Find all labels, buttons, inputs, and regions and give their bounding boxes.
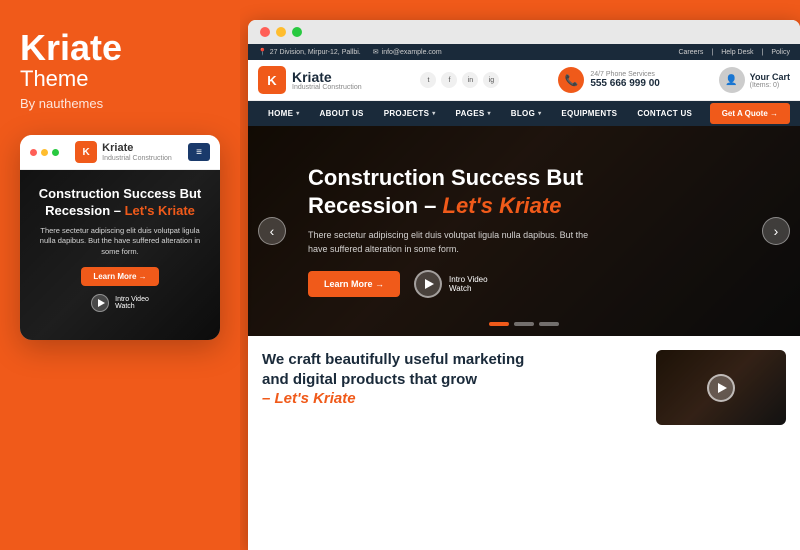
mobile-dot-red xyxy=(30,149,37,156)
bottom-image xyxy=(656,350,786,425)
site-phone-area: 📞 24/7 Phone Services 555 666 999 00 xyxy=(558,67,660,93)
bottom-headline: We craft beautifully useful marketing an… xyxy=(262,350,642,409)
mobile-logo: K Kriate Industrial Construction xyxy=(75,141,172,163)
site-social-icons: t f in ig xyxy=(420,72,499,88)
browser-dot-red xyxy=(260,27,270,37)
phone-label: 24/7 Phone Services xyxy=(590,71,660,78)
mobile-logo-icon: K xyxy=(75,141,97,163)
nav-quote-button[interactable]: Get A Quote → xyxy=(710,103,790,124)
browser-panel: 📍 27 Division, Mirpur-12, Pallbi. ✉ info… xyxy=(248,20,800,550)
topbar-helpdesk-link[interactable]: Help Desk xyxy=(721,49,753,56)
site-hero: ‹ Construction Success But Recession – L… xyxy=(248,126,800,336)
site-nav: HOME ▾ ABOUT US PROJECTS ▾ PAGES ▾ BLOG … xyxy=(248,101,800,126)
site-address: 📍 27 Division, Mirpur-12, Pallbi. xyxy=(258,48,361,56)
browser-dot-yellow xyxy=(276,27,286,37)
bottom-highlight: – Let's Kriate xyxy=(262,389,642,409)
site-logo-icon: K xyxy=(258,66,286,94)
bottom-play-button[interactable] xyxy=(707,374,735,402)
left-panel: Kriate Theme By nauthemes K Kriate Indus… xyxy=(0,0,240,550)
hero-prev-button[interactable]: ‹ xyxy=(258,217,286,245)
site-logo: K Kriate Industrial Construction xyxy=(258,66,362,94)
hero-dot-3[interactable] xyxy=(539,322,559,326)
browser-chrome xyxy=(248,20,800,44)
nav-about[interactable]: ABOUT US xyxy=(310,101,374,126)
mobile-hero-title: Construction Success But Recession – Let… xyxy=(32,186,208,220)
social-twitter-icon[interactable]: t xyxy=(420,72,436,88)
mobile-learn-more-button[interactable]: Learn More → xyxy=(81,267,158,286)
cart-count: (Items: 0) xyxy=(750,82,790,89)
bottom-text: We craft beautifully useful marketing an… xyxy=(262,350,642,412)
mobile-logo-sub: Industrial Construction xyxy=(102,155,172,162)
social-instagram-icon[interactable]: ig xyxy=(483,72,499,88)
nav-projects-chevron: ▾ xyxy=(432,110,435,117)
hero-video-button[interactable]: Intro Video Watch xyxy=(414,270,488,298)
phone-number: 555 666 999 00 xyxy=(590,78,660,89)
cart-label: Your Cart xyxy=(750,72,790,82)
topbar-careers-link[interactable]: Careers xyxy=(678,49,703,56)
mobile-hero: Construction Success But Recession – Let… xyxy=(20,170,220,340)
phone-icon: 📞 xyxy=(558,67,584,93)
nav-home[interactable]: HOME ▾ xyxy=(258,101,310,126)
mobile-topbar: K Kriate Industrial Construction ≡ xyxy=(20,135,220,170)
site-bottom: We craft beautifully useful marketing an… xyxy=(248,336,800,439)
site-logo-name: Kriate xyxy=(292,70,362,84)
mobile-logo-text: Kriate xyxy=(102,142,172,154)
brand-by: By nauthemes xyxy=(20,96,220,111)
mobile-dot-green xyxy=(52,149,59,156)
hero-play-icon xyxy=(414,270,442,298)
nav-projects[interactable]: PROJECTS ▾ xyxy=(374,101,446,126)
mobile-hero-text: There sectetur adipiscing elit duis volu… xyxy=(32,226,208,258)
cart-area[interactable]: 👤 Your Cart (Items: 0) xyxy=(719,67,790,93)
mobile-dots xyxy=(30,149,59,156)
mobile-dot-yellow xyxy=(41,149,48,156)
hero-learn-more-button[interactable]: Learn More → xyxy=(308,271,400,297)
hero-next-button[interactable]: › xyxy=(762,217,790,245)
social-facebook-icon[interactable]: f xyxy=(441,72,457,88)
cart-avatar: 👤 xyxy=(719,67,745,93)
site-topbar-links: Careers | Help Desk | Policy xyxy=(678,49,790,56)
brand-name: Kriate xyxy=(20,30,220,66)
mobile-menu-button[interactable]: ≡ xyxy=(188,143,210,161)
hero-title-highlight: Let's Kriate xyxy=(443,193,562,218)
hero-actions: Learn More → Intro Video Watch xyxy=(308,270,608,298)
hero-description: There sectetur adipiscing elit duis volu… xyxy=(308,229,608,256)
hero-video-label: Intro Video Watch xyxy=(449,275,488,293)
mobile-mockup: K Kriate Industrial Construction ≡ Const… xyxy=(20,135,220,340)
nav-contact[interactable]: CONTACT US xyxy=(627,101,702,126)
nav-equipments[interactable]: EQUIPMENTS xyxy=(551,101,627,126)
hero-dot-2[interactable] xyxy=(514,322,534,326)
site-email: ✉ info@example.com xyxy=(373,48,442,56)
hero-dot-1[interactable] xyxy=(489,322,509,326)
mobile-video-button[interactable]: Intro Video Watch xyxy=(32,294,208,312)
site-header: K Kriate Industrial Construction t f in … xyxy=(248,60,800,101)
nav-pages-chevron: ▾ xyxy=(487,110,490,117)
brand-subtitle: Theme xyxy=(20,66,220,92)
social-linkedin-icon[interactable]: in xyxy=(462,72,478,88)
hero-content: Construction Success But Recession – Let… xyxy=(248,144,668,318)
nav-pages[interactable]: PAGES ▾ xyxy=(446,101,501,126)
topbar-policy-link[interactable]: Policy xyxy=(771,49,790,56)
site-topbar: 📍 27 Division, Mirpur-12, Pallbi. ✉ info… xyxy=(248,44,800,60)
hero-dots xyxy=(489,322,559,326)
mobile-video-label: Intro Video Watch xyxy=(115,296,149,310)
site-logo-sub: Industrial Construction xyxy=(292,84,362,91)
nav-home-chevron: ▾ xyxy=(296,110,299,117)
nav-blog-chevron: ▾ xyxy=(538,110,541,117)
nav-blog[interactable]: BLOG ▾ xyxy=(501,101,552,126)
hero-title: Construction Success But Recession – Let… xyxy=(308,164,608,219)
mobile-play-icon xyxy=(91,294,109,312)
browser-dot-green xyxy=(292,27,302,37)
